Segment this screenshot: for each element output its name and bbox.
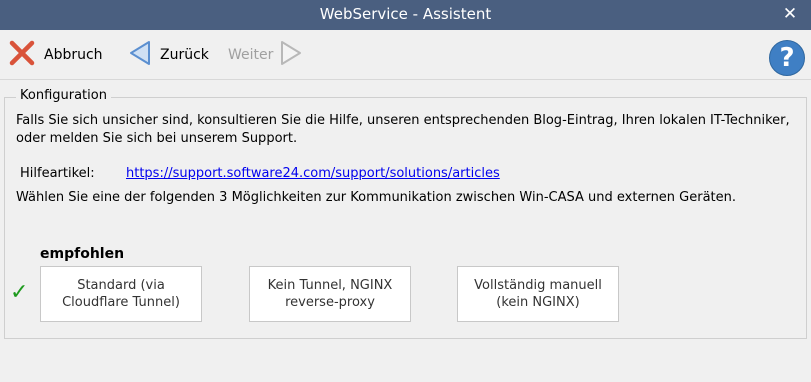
close-icon[interactable]: ✕ xyxy=(779,3,801,25)
window-title: WebService - Assistent xyxy=(319,5,492,23)
choose-text: Wählen Sie eine der folgenden 3 Möglichk… xyxy=(16,190,737,205)
option-label: Kein Tunnel, NGINX reverse-proxy xyxy=(267,278,393,310)
option-label: Standard (via Cloudflare Tunnel) xyxy=(62,278,180,310)
recommended-label: empfohlen xyxy=(40,246,125,262)
back-button[interactable]: Zurück xyxy=(128,41,209,69)
next-button[interactable]: Weiter xyxy=(220,41,303,69)
option-manual-button[interactable]: Vollständig manuell (kein NGINX) xyxy=(457,266,619,322)
option-standard-cloudflare-button[interactable]: Standard (via Cloudflare Tunnel) xyxy=(40,266,202,322)
cancel-icon xyxy=(8,39,36,71)
help-article-link[interactable]: https://support.software24.com/support/s… xyxy=(126,166,500,181)
title-bar: WebService - Assistent ✕ xyxy=(0,0,811,30)
help-article-label: Hilfeartikel: xyxy=(20,166,95,181)
cancel-label: Abbruch xyxy=(44,47,103,63)
next-label: Weiter xyxy=(228,47,274,63)
checkmark-icon: ✓ xyxy=(10,280,29,305)
info-text: Falls Sie sich unsicher sind, konsultier… xyxy=(16,113,790,146)
option-label: Vollständig manuell (kein NGINX) xyxy=(474,278,602,310)
toolbar: Abbruch Zurück Weiter ? xyxy=(0,30,811,80)
back-arrow-icon xyxy=(128,39,152,71)
next-arrow-icon xyxy=(279,39,303,71)
group-title: Konfiguration xyxy=(16,88,111,103)
help-icon[interactable]: ? xyxy=(769,40,805,76)
cancel-button[interactable]: Abbruch xyxy=(8,39,103,71)
back-label: Zurück xyxy=(160,47,209,63)
option-nginx-reverse-proxy-button[interactable]: Kein Tunnel, NGINX reverse-proxy xyxy=(249,266,411,322)
